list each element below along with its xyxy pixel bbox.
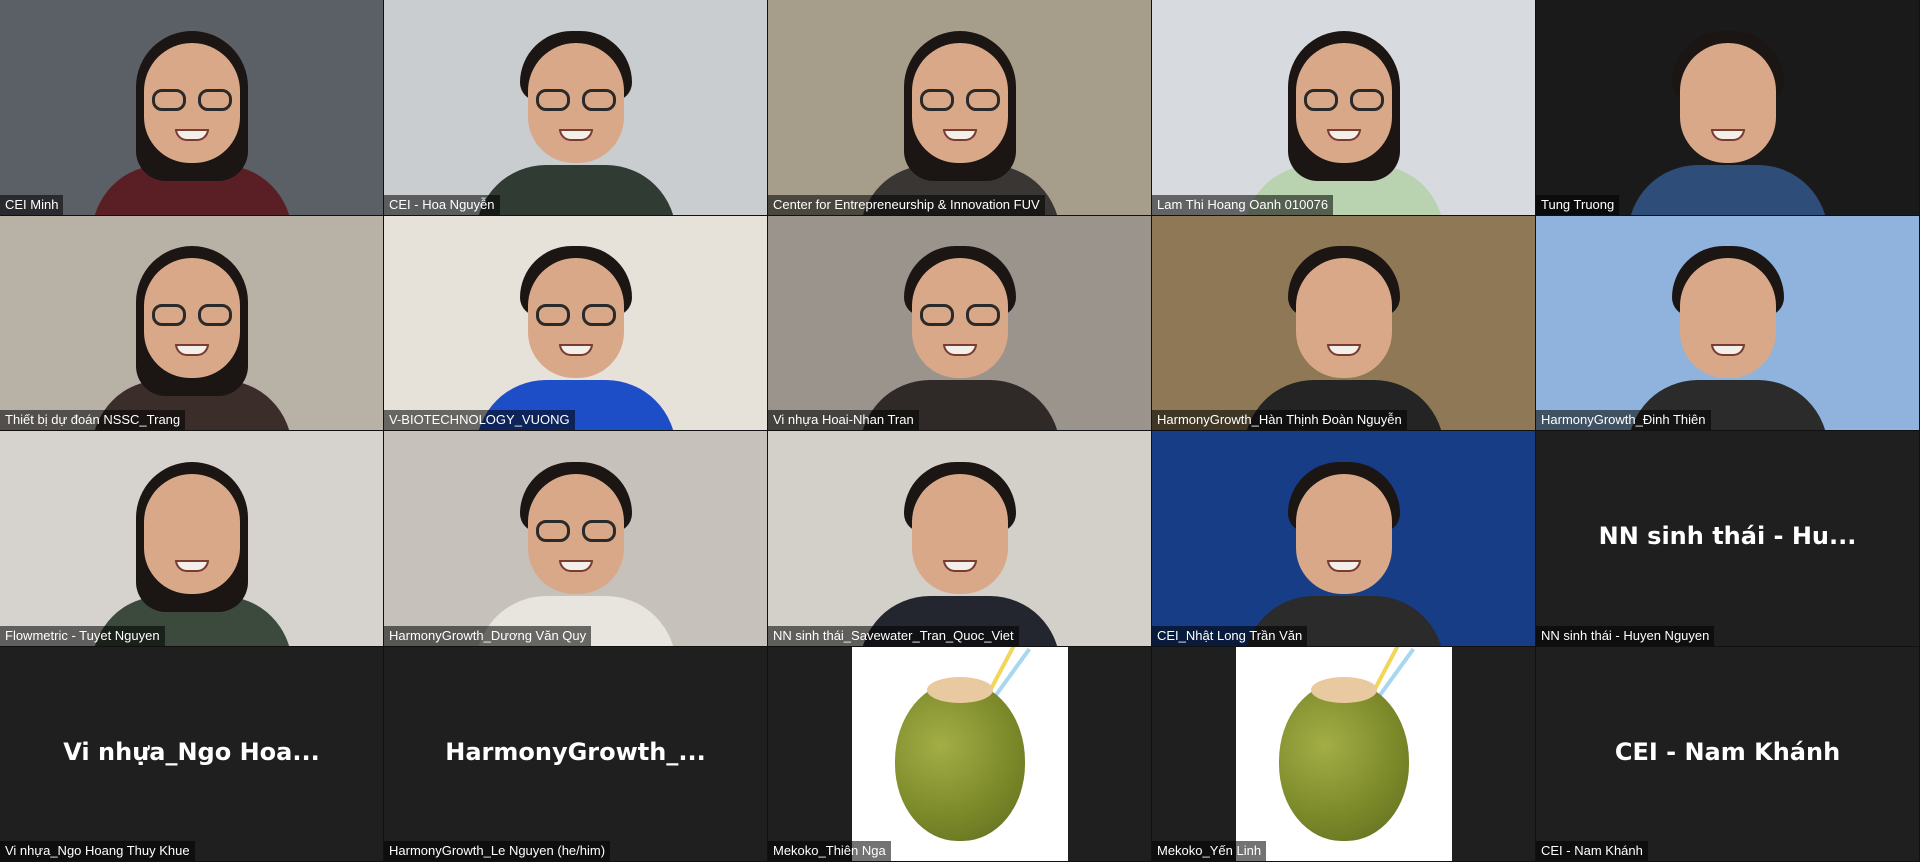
participant-tile[interactable]: CEI_Nhật Long Trần Văn [1152, 431, 1536, 647]
participant-video-image [1627, 240, 1828, 431]
participant-video-image [475, 25, 676, 215]
coconut-image [894, 680, 1025, 841]
video-feed [768, 431, 1151, 646]
participant-video-image [91, 240, 292, 431]
video-feed [0, 431, 383, 646]
participant-name-label: CEI Minh [0, 194, 64, 215]
profile-picture [1235, 646, 1452, 862]
participant-tile[interactable]: Lam Thi Hoang Oanh 010076 [1152, 0, 1536, 216]
participant-tile[interactable]: CEI Minh [0, 0, 384, 216]
participant-video-image [91, 456, 292, 646]
participant-tile[interactable]: Flowmetric - Tuyet Nguyen [0, 431, 384, 647]
participant-display-name: CEI - Nam Khánh [1614, 737, 1841, 766]
participant-display-name: Vi nhựa_Ngo Hoa... [63, 737, 320, 766]
video-feed [1152, 0, 1535, 215]
video-feed [1152, 431, 1535, 646]
participant-name-label: Tung Truong [1536, 194, 1620, 215]
participant-tile[interactable]: Vi nhựa_Ngo Hoa... Vi nhựa_Ngo Hoang Thuy… [0, 646, 384, 862]
video-feed [1536, 0, 1919, 215]
participant-name-label: Mekoko_Thiên Nga [768, 841, 891, 861]
participant-name-label: NN sinh thái - Huyen Nguyen [1536, 625, 1715, 646]
participant-name-label: Mekoko_Yến Linh [1152, 841, 1267, 861]
participant-tile[interactable]: NN sinh thái - Hu... NN sinh thái - Huyen… [1536, 431, 1920, 647]
participant-name-label: Vi nhựa_Ngo Hoang Thuy Khue [0, 841, 195, 861]
participant-tile[interactable]: Tung Truong [1536, 0, 1920, 216]
participant-name-label: HarmonyGrowth_Hàn Thịnh Đoàn Nguyễn [1152, 410, 1407, 430]
participant-tile[interactable]: CEI - Hoa Nguyễn [384, 0, 768, 216]
participant-video-image [475, 240, 676, 431]
participant-tile[interactable]: Thiết bị dự đoán NSSC_Trang [0, 215, 384, 431]
participant-video-image [475, 456, 676, 646]
participant-tile[interactable]: Mekoko_Thiên Nga [768, 646, 1152, 862]
video-feed [1536, 215, 1919, 431]
participant-video-image [859, 25, 1060, 215]
video-feed [0, 0, 383, 215]
participant-video-image [91, 25, 292, 215]
participant-name-label: HarmonyGrowth_Le Nguyen (he/him) [384, 841, 611, 861]
participant-video-image [1243, 25, 1444, 215]
participant-tile[interactable]: Mekoko_Yến Linh [1152, 646, 1536, 862]
participant-name-label: Center for Entrepreneurship & Innovation… [768, 194, 1045, 215]
video-feed [384, 431, 767, 646]
participant-name-label: CEI - Hoa Nguyễn [384, 194, 500, 215]
participant-display-name: HarmonyGrowth_... [445, 737, 706, 766]
participant-tile[interactable]: Center for Entrepreneurship & Innovation… [768, 0, 1152, 216]
participant-video-image [1243, 240, 1444, 431]
participant-name-label: Vi nhựa Hoai-Nhan Tran [768, 410, 919, 430]
participant-name-label: CEI_Nhật Long Trần Văn [1152, 625, 1308, 646]
participant-name-label: Flowmetric - Tuyet Nguyen [0, 625, 165, 646]
participant-video-image [1243, 456, 1444, 646]
video-feed [384, 0, 767, 215]
video-feed [0, 215, 383, 431]
participant-name-label: NN sinh thái_Savewater_Tran_Quoc_Viet [768, 625, 1019, 646]
participant-tile[interactable]: CEI - Nam Khánh CEI - Nam Khánh [1536, 646, 1920, 862]
video-feed [768, 215, 1151, 431]
profile-picture [851, 646, 1068, 862]
video-feed [1152, 215, 1535, 431]
participant-video-image [859, 240, 1060, 431]
participant-name-label: CEI - Nam Khánh [1536, 841, 1648, 861]
participant-tile[interactable]: HarmonyGrowth_Hàn Thịnh Đoàn Nguyễn [1152, 215, 1536, 431]
participant-name-label: HarmonyGrowth_Dương Văn Quy [384, 625, 592, 646]
participant-tile[interactable]: Vi nhựa Hoai-Nhan Tran [768, 215, 1152, 431]
participant-name-label: HarmonyGrowth_Đinh Thiên [1536, 410, 1711, 430]
participant-video-image [1627, 25, 1828, 215]
participant-tile[interactable]: NN sinh thái_Savewater_Tran_Quoc_Viet [768, 431, 1152, 647]
participant-display-name: NN sinh thái - Hu... [1598, 522, 1857, 551]
video-gallery: CEI Minh CEI - Hoa Nguyễn Center for Entre… [0, 0, 1920, 862]
participant-tile[interactable]: HarmonyGrowth_Dương Văn Quy [384, 431, 768, 647]
video-feed [384, 215, 767, 431]
participant-video-image [859, 456, 1060, 646]
participant-tile[interactable]: HarmonyGrowth_Đinh Thiên [1536, 215, 1920, 431]
coconut-image [1278, 680, 1409, 841]
participant-name-label: Lam Thi Hoang Oanh 010076 [1152, 194, 1334, 215]
participant-tile[interactable]: V-BIOTECHNOLOGY_VUONG [384, 215, 768, 431]
participant-name-label: Thiết bị dự đoán NSSC_Trang [0, 410, 186, 430]
video-feed [768, 0, 1151, 215]
participant-tile[interactable]: HarmonyGrowth_... HarmonyGrowth_Le Nguyen… [384, 646, 768, 862]
participant-name-label: V-BIOTECHNOLOGY_VUONG [384, 410, 575, 430]
